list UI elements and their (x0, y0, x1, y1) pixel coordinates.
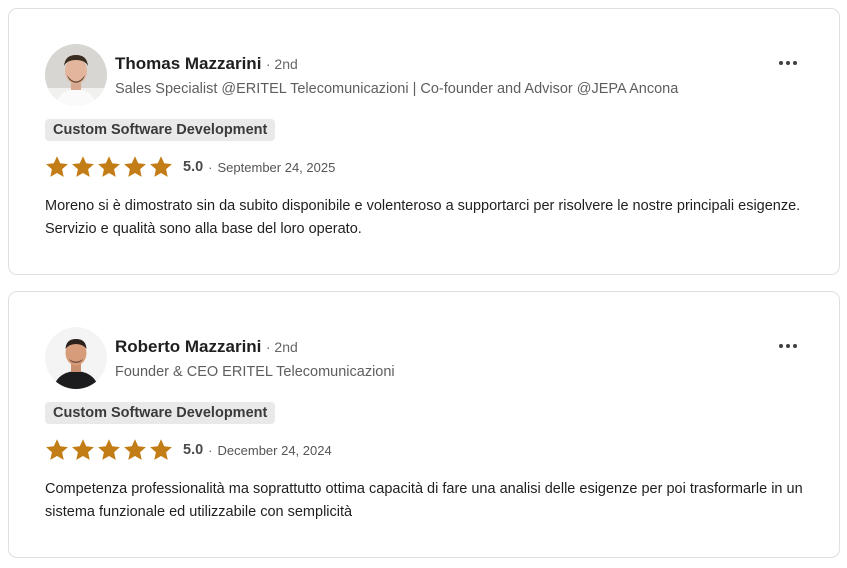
star-icon (97, 438, 121, 462)
review-card: Roberto Mazzarini · 2nd Founder & CEO ER… (8, 291, 840, 558)
star-icon (45, 438, 69, 462)
review-text: Moreno si è dimostrato sin da subito dis… (45, 198, 801, 237)
rating-score: 5.0 (183, 442, 204, 458)
star-icon (97, 155, 121, 179)
star-rating (45, 438, 173, 462)
star-rating (45, 155, 173, 179)
review-card: Thomas Mazzarini · 2nd Sales Specialist … (8, 8, 840, 275)
reviews-feed: Thomas Mazzarini · 2nd Sales Specialist … (0, 0, 847, 568)
avatar[interactable] (45, 327, 107, 389)
rating-row: 5.0 · December 24, 2024 (45, 437, 332, 463)
connection-degree: · 2nd (265, 56, 298, 72)
author-name[interactable]: Thomas Mazzarini (115, 54, 261, 73)
review-text: Competenza professionalità ma soprattutt… (45, 481, 803, 520)
star-icon (123, 155, 147, 179)
star-icon (71, 155, 95, 179)
star-icon (45, 155, 69, 179)
author-name[interactable]: Roberto Mazzarini (115, 337, 261, 356)
author-line: Thomas Mazzarini · 2nd (115, 53, 298, 76)
service-tag: Custom Software Development (45, 402, 276, 424)
author-headline: Sales Specialist @ERITEL Telecomunicazio… (115, 81, 679, 97)
author-line: Roberto Mazzarini · 2nd (115, 336, 298, 359)
more-options-button[interactable] (773, 53, 803, 73)
star-icon (123, 438, 147, 462)
service-tag: Custom Software Development (45, 119, 276, 141)
connection-degree: · 2nd (265, 339, 298, 355)
author-headline: Founder & CEO ERITEL Telecomunicazioni (115, 364, 395, 380)
review-date: September 24, 2025 (217, 159, 336, 175)
star-icon (71, 438, 95, 462)
review-date: December 24, 2024 (217, 442, 332, 458)
star-icon (149, 155, 173, 179)
more-options-button[interactable] (773, 336, 803, 356)
more-horizontal-icon (779, 61, 783, 65)
rating-row: 5.0 · September 24, 2025 (45, 154, 335, 180)
rating-score: 5.0 (183, 159, 204, 175)
separator: · (208, 159, 213, 175)
avatar[interactable] (45, 44, 107, 106)
more-horizontal-icon (779, 344, 783, 348)
star-icon (149, 438, 173, 462)
separator: · (208, 442, 213, 458)
